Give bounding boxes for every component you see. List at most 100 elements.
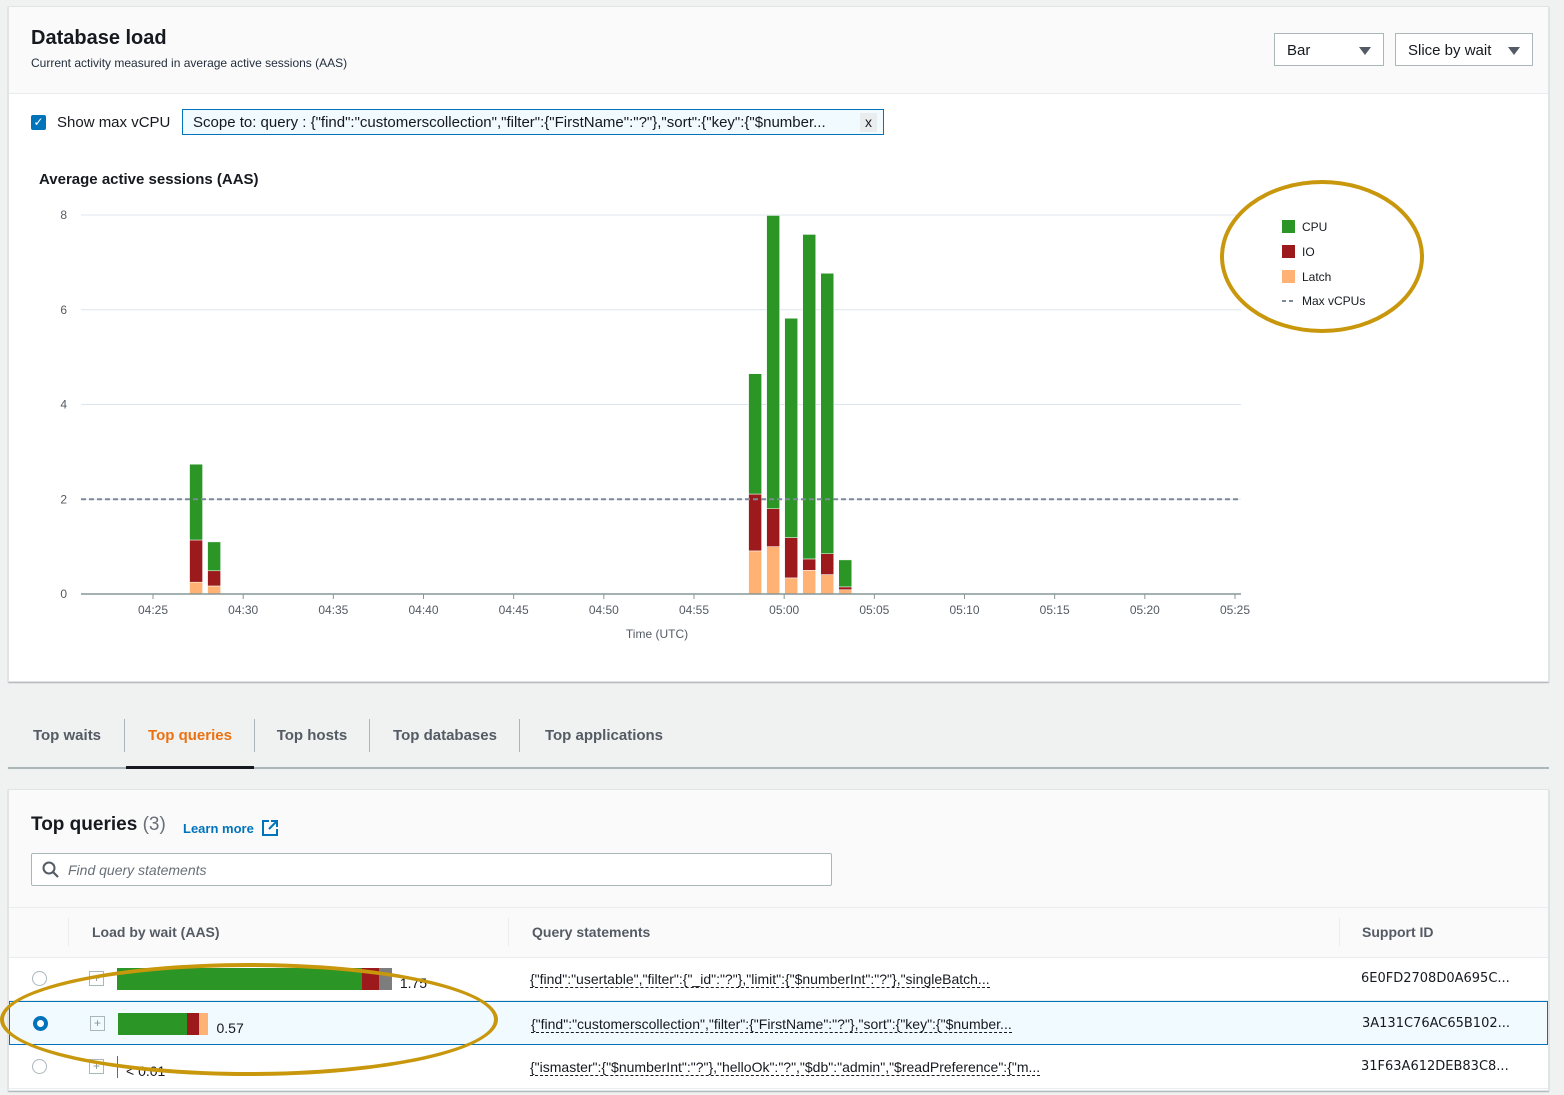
y-tick-label: 0 [60, 587, 67, 601]
show-max-vcpu-toggle[interactable]: ✓ Show max vCPU [31, 109, 170, 135]
bar-segment-cpu [207, 541, 221, 572]
top-queries-count: (3) [142, 814, 166, 835]
checkbox-checked-icon[interactable]: ✓ [31, 114, 46, 130]
load-by-wait-bar [117, 968, 392, 990]
y-tick-label: 6 [60, 303, 67, 317]
top-queries-title: Top queries (3) [31, 814, 166, 836]
bar-segment-io [784, 537, 798, 579]
expand-icon[interactable]: + [90, 1016, 105, 1031]
learn-more-link[interactable]: Learn more [183, 819, 279, 837]
column-header-query[interactable]: Query statements [532, 924, 650, 940]
tab-top-databases[interactable]: Top databases [380, 717, 510, 767]
y-tick-label: 4 [60, 398, 67, 412]
tab-top-queries[interactable]: Top queries [126, 717, 254, 769]
row-radio-button[interactable] [33, 1016, 48, 1031]
legend-label-io: IO [1302, 245, 1315, 259]
row-radio-button[interactable] [32, 971, 47, 986]
legend-label-max-vcpus: Max vCPUs [1302, 294, 1365, 308]
support-id: 3A131C76AC65B102... [1362, 1016, 1511, 1031]
query-statement-link[interactable]: {"find":"usertable","filter":{"_id":"?"}… [530, 971, 990, 988]
panel-subtitle: Current activity measured in average act… [31, 56, 348, 70]
bar-segment-io [838, 586, 853, 590]
load-value: < 0.01 [126, 1063, 166, 1079]
x-tick-label: 05:10 [949, 603, 979, 617]
table-row[interactable]: +0.57 {"find":"customerscollection","filt… [9, 1001, 1548, 1045]
search-placeholder: Find query statements [68, 861, 207, 878]
learn-more-text: Learn more [183, 820, 254, 836]
expand-icon[interactable]: + [89, 971, 104, 986]
panel-title: Database load [31, 27, 167, 49]
x-tick-label: 05:20 [1130, 603, 1160, 617]
load-bar-segment [117, 1056, 118, 1078]
tab-bar: Top waits Top queries Top hosts Top data… [8, 717, 1549, 769]
top-queries-header: Top queries (3) Learn more Find query st… [9, 790, 1548, 908]
bar-segment-latch [784, 577, 798, 595]
column-divider [1339, 918, 1340, 946]
x-tick-label: 05:15 [1040, 603, 1070, 617]
top-queries-title-text: Top queries [31, 814, 138, 835]
load-value: 0.57 [216, 1020, 244, 1036]
x-tick-label: 05:00 [769, 603, 799, 617]
load-by-wait-bar [118, 1013, 209, 1035]
chart-type-select[interactable]: Bar [1274, 33, 1384, 66]
load-bar-segment [187, 1013, 199, 1035]
tab-top-waits[interactable]: Top waits [22, 717, 112, 767]
chart-type-value: Bar [1287, 42, 1311, 59]
column-divider [68, 918, 69, 946]
x-tick-label: 04:25 [138, 603, 168, 617]
bar-segment-io [207, 570, 221, 587]
scope-clear-button[interactable]: x [860, 113, 877, 132]
query-statement-link[interactable]: {"find":"customerscollection","filter":{… [531, 1016, 1012, 1033]
bar-segment-latch [207, 585, 221, 595]
tab-divider [124, 719, 125, 752]
query-statement-link[interactable]: {"ismaster":{"$numberInt":"?"},"helloOk"… [530, 1059, 1041, 1076]
chart-legend: CPU IO Latch Max vCPUs [1282, 220, 1365, 308]
column-divider [508, 918, 509, 946]
bar-segment-cpu [802, 234, 816, 560]
legend-swatch-io [1282, 245, 1295, 258]
column-header-support-id[interactable]: Support ID [1362, 924, 1434, 940]
expand-icon[interactable]: + [89, 1059, 104, 1074]
bar-segment-latch [820, 574, 834, 595]
tab-top-applications[interactable]: Top applications [530, 717, 678, 767]
bar-segment-io [802, 558, 816, 571]
search-icon [42, 861, 59, 878]
x-tick-label: 05:05 [859, 603, 889, 617]
aas-chart: Average active sessions (AAS) 0 2 4 6 8 04:25… [39, 171, 1365, 641]
caret-down-icon [1359, 47, 1371, 55]
table-row[interactable]: +1.75 {"find":"usertable","filter":{"_id"… [9, 957, 1548, 1001]
load-value: 1.75 [399, 975, 428, 991]
axes: 0 2 4 6 8 04:25 04:30 04:35 04:40 04:45 04:50 04:55… [60, 208, 1250, 617]
top-queries-panel: Top queries (3) Learn more Find query st… [8, 789, 1549, 1091]
table-row[interactable]: + < 0.01 {"ismaster":{"$numberInt":"?"},"h… [9, 1045, 1548, 1089]
bar-segment-cpu [748, 373, 762, 495]
load-bar-segment [378, 968, 392, 990]
load-by-wait-bar [117, 1056, 118, 1078]
bar-segment-cpu [189, 463, 203, 541]
x-tick-label: 04:45 [499, 603, 529, 617]
x-tick-label: 04:35 [318, 603, 348, 617]
legend-label-latch: Latch [1302, 270, 1331, 284]
x-tick-label: 05:25 [1220, 603, 1250, 617]
query-search-input[interactable]: Find query statements [31, 853, 832, 886]
external-link-icon [261, 820, 278, 836]
load-bar-segment [118, 1013, 188, 1035]
chart-title: Average active sessions (AAS) [39, 171, 259, 188]
tab-top-hosts[interactable]: Top hosts [262, 717, 362, 767]
bar-segment-cpu [766, 215, 780, 509]
x-tick-label: 04:30 [228, 603, 258, 617]
bar-segment-io [189, 539, 203, 583]
bar-segment-io [766, 508, 780, 547]
column-header-load[interactable]: Load by wait (AAS) [92, 924, 220, 940]
x-tick-label: 04:40 [408, 603, 438, 617]
x-axis-label: Time (UTC) [626, 627, 688, 641]
database-load-panel: Database load Current activity measured … [8, 6, 1549, 682]
tab-divider [519, 719, 520, 752]
row-radio-button[interactable] [32, 1059, 47, 1074]
slice-by-value: Slice by wait [1408, 42, 1492, 59]
bar-segment-cpu [820, 273, 834, 554]
load-bar-segment [117, 968, 363, 990]
bar-segment-io [820, 553, 834, 575]
slice-by-select[interactable]: Slice by wait [1395, 33, 1533, 66]
x-tick-label: 04:50 [589, 603, 619, 617]
